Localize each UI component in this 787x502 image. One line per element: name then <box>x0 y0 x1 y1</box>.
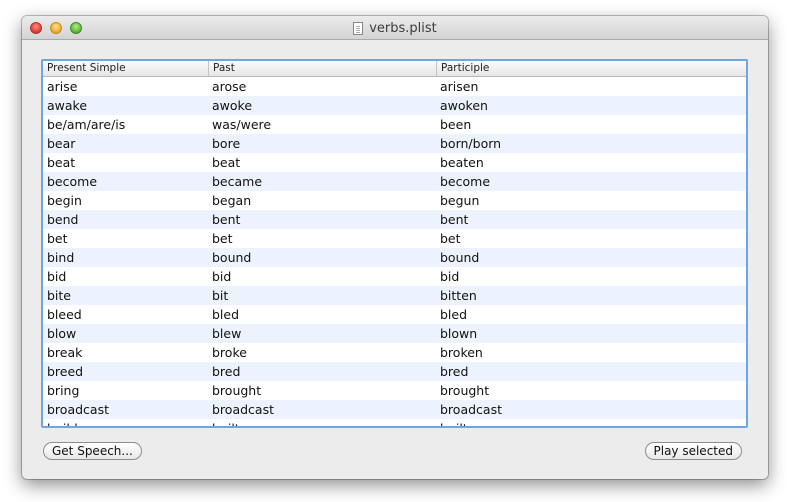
cell-past: awoke <box>212 98 253 113</box>
cell-present-simple: build <box>43 419 208 426</box>
cell-present-simple: bind <box>47 250 75 265</box>
cell-past: bet <box>212 231 233 246</box>
cell-present-simple: bear <box>47 136 76 151</box>
cell-participle: built <box>436 419 746 426</box>
cell-participle: bled <box>440 307 468 322</box>
table-row[interactable]: breed bred bred <box>43 362 746 381</box>
title-bar[interactable]: verbs.plist <box>22 16 768 40</box>
table-body[interactable]: arise arose arisen awake awoke awoken be/am/ar… <box>43 77 746 426</box>
table-row[interactable]: bid bid bid <box>43 267 746 286</box>
cell-present-simple: bid <box>47 269 67 284</box>
table-row[interactable]: arise arose arisen <box>43 77 746 96</box>
table-row[interactable]: begin began begun <box>43 191 746 210</box>
cell-past: bit <box>212 288 229 303</box>
table-row[interactable]: bear bore born/born <box>43 134 746 153</box>
cell-present-simple: bend <box>47 212 79 227</box>
cell-participle: become <box>440 174 491 189</box>
cell-past: bound <box>212 250 252 265</box>
cell-participle: bred <box>440 364 469 379</box>
cell-participle: blown <box>440 326 478 341</box>
verbs-table[interactable]: Present Simple Past Participle arise aros… <box>41 59 748 428</box>
cell-participle: bet <box>440 231 461 246</box>
table-row[interactable]: buildbuiltbuilt <box>43 419 746 426</box>
cell-participle: bound <box>440 250 480 265</box>
cell-participle: brought <box>440 383 490 398</box>
cell-present-simple: awake <box>47 98 88 113</box>
window-title: verbs.plist <box>369 20 437 36</box>
column-header-present-simple[interactable]: Present Simple <box>43 61 208 76</box>
cell-participle: broadcast <box>440 402 502 417</box>
table-row[interactable]: beat beat beaten <box>43 153 746 172</box>
table-row[interactable]: blow blew blown <box>43 324 746 343</box>
cell-participle: bid <box>440 269 460 284</box>
cell-present-simple: bleed <box>47 307 82 322</box>
column-header-past[interactable]: Past <box>208 61 436 76</box>
window-title-area: verbs.plist <box>22 16 768 40</box>
cell-present-simple: become <box>47 174 98 189</box>
table-row[interactable]: bind bound bound <box>43 248 746 267</box>
cell-past: beat <box>212 155 241 170</box>
table-row[interactable]: bet bet bet <box>43 229 746 248</box>
cell-past: bent <box>212 212 241 227</box>
cell-past: blew <box>212 326 242 341</box>
cell-past: arose <box>212 79 247 94</box>
table-row[interactable]: become became become <box>43 172 746 191</box>
cell-participle: bent <box>440 212 469 227</box>
cell-past: bled <box>212 307 240 322</box>
cell-present-simple: bring <box>47 383 80 398</box>
table-row[interactable]: awake awoke awoken <box>43 96 746 115</box>
play-selected-button[interactable]: Play selected <box>644 442 742 460</box>
cell-past: was/were <box>212 117 272 132</box>
cell-past: broke <box>212 345 247 360</box>
cell-participle: awoken <box>440 98 488 113</box>
cell-present-simple: bite <box>47 288 71 303</box>
cell-past: built <box>208 419 436 426</box>
table-row[interactable]: be/am/are/is was/were been <box>43 115 746 134</box>
get-speech-button[interactable]: Get Speech... <box>43 442 142 460</box>
column-header-participle[interactable]: Participle <box>436 61 746 76</box>
cell-participle: been <box>440 117 472 132</box>
cell-present-simple: blow <box>47 326 77 341</box>
app-window: verbs.plist Present Simple Past Particip… <box>22 16 768 479</box>
cell-present-simple: arise <box>47 79 78 94</box>
cell-present-simple: breed <box>47 364 84 379</box>
cell-past: bid <box>212 269 232 284</box>
cell-participle: begun <box>440 193 480 208</box>
cell-participle: broken <box>440 345 483 360</box>
cell-past: began <box>212 193 252 208</box>
cell-participle: beaten <box>440 155 484 170</box>
cell-present-simple: bet <box>47 231 68 246</box>
table-row[interactable]: bend bent bent <box>43 210 746 229</box>
cell-present-simple: beat <box>47 155 76 170</box>
document-icon <box>353 21 364 35</box>
cell-participle: bitten <box>440 288 477 303</box>
table-row[interactable]: bite bit bitten <box>43 286 746 305</box>
table-row[interactable]: bleed bled bled <box>43 305 746 324</box>
cell-present-simple: be/am/are/is <box>47 117 126 132</box>
cell-present-simple: broadcast <box>47 402 109 417</box>
cell-past: broadcast <box>212 402 274 417</box>
table-header: Present Simple Past Participle <box>43 61 746 77</box>
cell-past: bore <box>212 136 241 151</box>
table-row[interactable]: broadcast broadcast broadcast <box>43 400 746 419</box>
cell-past: brought <box>212 383 262 398</box>
table-row[interactable]: break broke broken <box>43 343 746 362</box>
table-row[interactable]: bring brought brought <box>43 381 746 400</box>
cell-present-simple: break <box>47 345 83 360</box>
cell-past: became <box>212 174 263 189</box>
cell-present-simple: begin <box>47 193 82 208</box>
cell-participle: born/born <box>440 136 502 151</box>
cell-participle: arisen <box>440 79 479 94</box>
cell-past: bred <box>212 364 241 379</box>
